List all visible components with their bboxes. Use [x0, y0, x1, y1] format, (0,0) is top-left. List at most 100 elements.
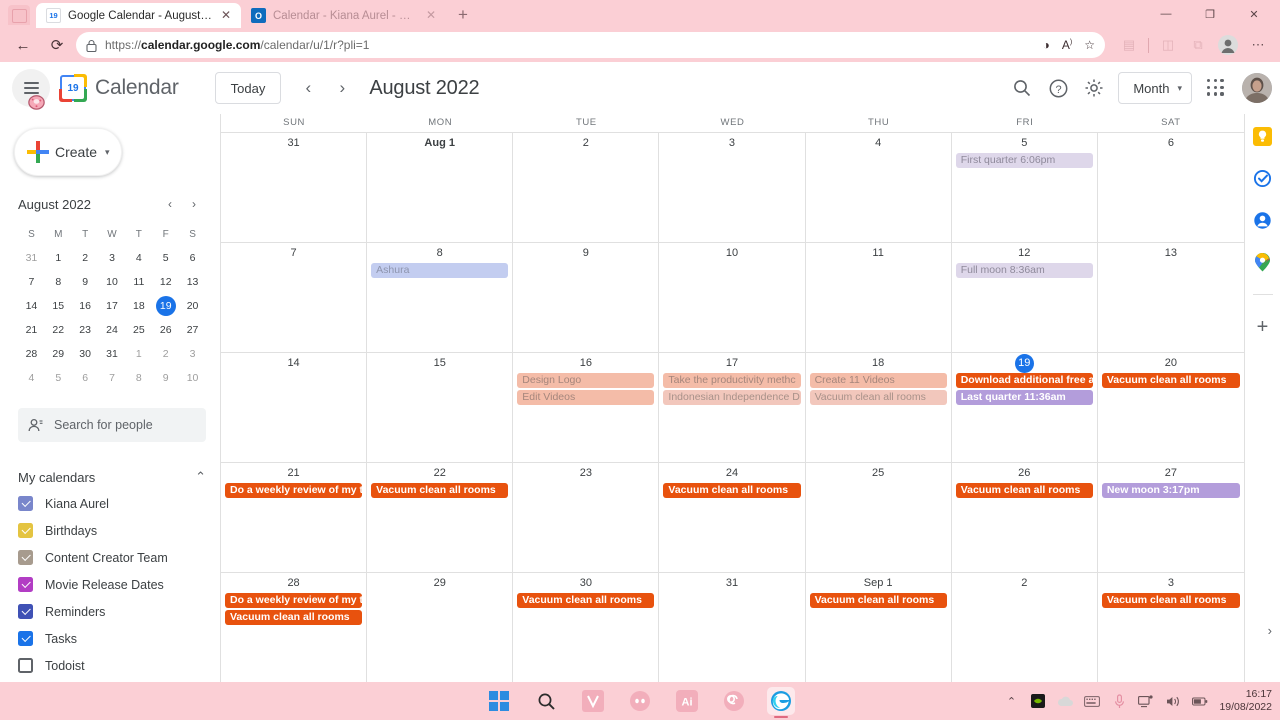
day-cell[interactable]: 23 — [513, 463, 660, 572]
microphone-tray-icon[interactable] — [1111, 693, 1127, 709]
day-cell[interactable]: 12 Full moon 8:36am — [952, 243, 1098, 352]
day-number[interactable]: 21 — [223, 463, 364, 483]
mini-calendar-day[interactable]: 17 — [99, 295, 126, 318]
calendar-checkbox[interactable] — [18, 523, 33, 538]
day-number[interactable]: 9 — [515, 243, 656, 263]
mini-calendar-day[interactable]: 12 — [152, 271, 179, 294]
mini-calendar-prev-button[interactable]: ‹ — [158, 192, 182, 216]
calendar-event[interactable]: Vacuum clean all rooms — [1101, 373, 1240, 388]
mini-calendar-day[interactable]: 15 — [45, 295, 72, 318]
day-cell[interactable]: 28 Do a weekly review of my ta Vacuum clea… — [221, 573, 368, 682]
day-cell[interactable]: 2 — [952, 573, 1098, 682]
battery-tray-icon[interactable] — [1192, 693, 1208, 709]
calendar-event[interactable]: Download additional free ap — [955, 373, 1093, 388]
day-number[interactable]: 5 — [954, 133, 1095, 153]
day-number[interactable]: 29 — [369, 573, 510, 593]
main-menu-icon[interactable] — [12, 69, 50, 110]
extensions-icon[interactable]: ⧉ — [1184, 31, 1212, 59]
mini-calendar-day[interactable]: 8 — [125, 367, 152, 390]
google-tasks-icon[interactable] — [1253, 168, 1273, 188]
expand-panel-icon[interactable]: › — [1268, 623, 1272, 638]
close-window-button[interactable]: ✕ — [1232, 0, 1276, 28]
day-cell[interactable]: 2 — [513, 133, 660, 242]
mini-calendar-day[interactable]: 9 — [152, 367, 179, 390]
day-number[interactable]: 3 — [661, 133, 802, 153]
chevron-up-icon[interactable]: ⌃ — [195, 469, 206, 485]
mini-calendar-day[interactable]: 21 — [18, 319, 45, 342]
day-cell[interactable]: Sep 1 Vacuum clean all rooms — [806, 573, 952, 682]
day-number[interactable]: 25 — [808, 463, 949, 483]
mini-calendar-day[interactable]: 2 — [72, 247, 99, 270]
mini-calendar-day[interactable]: 23 — [72, 319, 99, 342]
tab-search-icon[interactable] — [8, 5, 30, 25]
mini-calendar-day[interactable]: 7 — [18, 271, 45, 294]
calendar-checkbox[interactable] — [18, 550, 33, 565]
google-apps-grid-icon[interactable] — [1198, 70, 1234, 106]
calendar-event[interactable]: Create 11 Videos — [809, 373, 947, 388]
day-number[interactable]: 15 — [369, 353, 510, 373]
keyboard-tray-icon[interactable] — [1084, 693, 1101, 709]
mini-calendar-day[interactable]: 24 — [99, 319, 126, 342]
calendar-list-item[interactable]: Kiana Aurel — [18, 490, 206, 517]
add-favorite-icon[interactable]: ☆ — [1084, 38, 1095, 52]
day-cell[interactable]: 10 — [659, 243, 806, 352]
my-calendars-header[interactable]: My calendars ⌃ — [18, 464, 206, 490]
add-panel-icon[interactable]: + — [1253, 316, 1273, 338]
calendar-event[interactable]: New moon 3:17pm — [1101, 483, 1240, 498]
day-number[interactable]: Sep 1 — [808, 573, 949, 593]
day-number[interactable]: Aug 1 — [369, 133, 510, 153]
day-cell[interactable]: 7 — [221, 243, 368, 352]
mini-calendar-day[interactable]: 25 — [125, 319, 152, 342]
close-icon[interactable]: ✕ — [424, 8, 438, 23]
calendar-event[interactable]: Vacuum clean all rooms — [225, 610, 363, 625]
day-number[interactable]: 20 — [1100, 353, 1242, 373]
next-period-button[interactable]: › — [325, 71, 359, 105]
split-screen-icon[interactable]: ◑ — [1043, 38, 1050, 52]
mini-calendar-day[interactable]: 11 — [125, 271, 152, 294]
day-cell[interactable]: 11 — [806, 243, 952, 352]
day-number[interactable]: 2 — [954, 573, 1095, 593]
day-number[interactable]: 26 — [954, 463, 1095, 483]
day-cell[interactable]: 30 Vacuum clean all rooms — [513, 573, 660, 682]
day-number[interactable]: 4 — [808, 133, 949, 153]
browser-profile-icon[interactable] — [1214, 31, 1242, 59]
mini-calendar-day[interactable]: 14 — [18, 295, 45, 318]
calendar-list-item[interactable]: Movie Release Dates — [18, 571, 206, 598]
google-contacts-icon[interactable] — [1253, 210, 1273, 230]
day-cell[interactable]: 6 — [1098, 133, 1244, 242]
mini-calendar-day[interactable]: 27 — [179, 319, 206, 342]
day-cell[interactable]: 3 — [659, 133, 806, 242]
calendar-event[interactable]: Do a weekly review of my ta — [225, 483, 363, 498]
mini-calendar-day[interactable]: 16 — [72, 295, 99, 318]
day-cell[interactable]: 26 Vacuum clean all rooms — [952, 463, 1098, 572]
calendar-list-item[interactable]: Tasks — [18, 625, 206, 652]
day-cell[interactable]: 29 — [367, 573, 514, 682]
microsoft-edge-icon[interactable] — [767, 687, 795, 718]
mini-calendar-day[interactable]: 31 — [18, 247, 45, 270]
mini-calendar-day[interactable]: 5 — [45, 367, 72, 390]
day-cell[interactable]: 4 — [806, 133, 952, 242]
day-cell[interactable]: 3 Vacuum clean all rooms — [1098, 573, 1244, 682]
onedrive-tray-icon[interactable] — [1057, 693, 1074, 709]
mini-calendar-day[interactable]: 9 — [72, 271, 99, 294]
day-number[interactable]: 3 — [1100, 573, 1242, 593]
calendar-list-item[interactable]: Todoist — [18, 652, 206, 679]
day-cell[interactable]: 24 Vacuum clean all rooms — [659, 463, 806, 572]
avatar[interactable] — [1242, 73, 1272, 103]
day-cell[interactable]: 22 Vacuum clean all rooms — [367, 463, 514, 572]
calendar-checkbox[interactable] — [18, 604, 33, 619]
day-cell[interactable]: 19 Download additional free ap Last quarte… — [952, 353, 1098, 462]
mini-calendar-day[interactable]: 31 — [99, 343, 126, 366]
new-tab-button[interactable]: + — [450, 3, 476, 27]
day-cell[interactable]: 9 — [513, 243, 660, 352]
mini-calendar-day[interactable]: 6 — [72, 367, 99, 390]
browser-tab-google-calendar[interactable]: 19 Google Calendar - August 2022 ✕ — [36, 3, 241, 28]
day-cell[interactable]: 14 — [221, 353, 368, 462]
calendar-event[interactable]: Vacuum clean all rooms — [955, 483, 1093, 498]
mini-calendar-day[interactable]: 7 — [99, 367, 126, 390]
day-cell[interactable]: 31 — [221, 133, 368, 242]
day-cell[interactable]: 5 First quarter 6:06pm — [952, 133, 1098, 242]
day-number[interactable]: 18 — [808, 353, 949, 373]
mini-calendar-day[interactable]: 3 — [179, 343, 206, 366]
day-number[interactable]: 16 — [515, 353, 656, 373]
